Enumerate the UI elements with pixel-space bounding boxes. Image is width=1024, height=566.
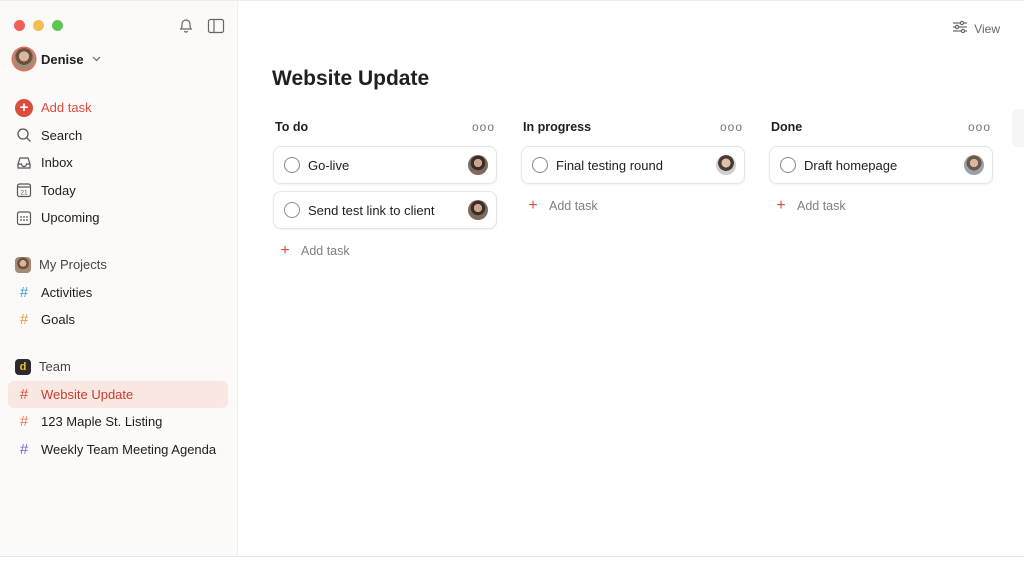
primary-nav: + Add task Search Inbox 21 Today Upcomin… (8, 94, 228, 232)
nav-label-upcoming: Upcoming (41, 210, 100, 226)
project-label: Website Update (41, 386, 134, 402)
next-column-edge (1012, 109, 1024, 147)
sidebar-item-maple-listing[interactable]: # 123 Maple St. Listing (8, 408, 228, 436)
team-header[interactable]: d Team (8, 353, 228, 381)
task-card[interactable]: Final testing round (521, 146, 745, 184)
sidebar-item-website-update[interactable]: # Website Update (8, 380, 228, 408)
add-task-label: Add task (301, 244, 350, 258)
column-header: To do ooo (273, 115, 497, 139)
add-task-button[interactable]: + Add task (521, 191, 745, 221)
column-title: Done (771, 120, 803, 134)
plus-icon: + (776, 197, 786, 214)
project-label: Goals (41, 312, 75, 328)
page-title: Website Update (272, 67, 430, 90)
today-day-number: 21 (20, 190, 28, 197)
plus-icon: + (528, 197, 538, 214)
task-checkbox[interactable] (284, 157, 300, 173)
sidebar-top-icons (177, 17, 225, 35)
nav-item-today[interactable]: 21 Today (8, 177, 228, 205)
zoom-window-button[interactable] (52, 20, 63, 31)
plus-circle-icon: + (15, 98, 33, 117)
task-card[interactable]: Go-live (273, 146, 497, 184)
minimize-window-button[interactable] (33, 20, 44, 31)
more-options-icon[interactable]: ooo (720, 120, 743, 134)
column-header: Done ooo (769, 115, 993, 139)
user-name: Denise (41, 51, 84, 67)
hash-icon: # (19, 413, 29, 431)
task-label: Send test link to client (308, 202, 435, 218)
view-label: View (974, 21, 1000, 36)
sidebar-toggle-icon[interactable] (207, 17, 225, 35)
more-options-icon[interactable]: ooo (968, 120, 991, 134)
column-title: In progress (523, 120, 592, 134)
hash-icon: # (19, 283, 29, 301)
task-card[interactable]: Draft homepage (769, 146, 993, 184)
my-projects-header[interactable]: My Projects (8, 251, 228, 279)
team-section: d Team # Website Update # 123 Maple St. … (8, 353, 228, 463)
project-label: 123 Maple St. Listing (41, 414, 163, 430)
my-projects-avatar (15, 256, 31, 273)
assignee-avatar (716, 155, 736, 175)
view-button[interactable]: View (952, 20, 1000, 37)
task-label: Go-live (308, 157, 350, 173)
add-task-label: Add task (549, 199, 598, 213)
window-controls (14, 20, 63, 31)
nav-label-add-task: Add task (41, 100, 92, 116)
chevron-down-icon (92, 54, 101, 65)
add-task-button[interactable]: + Add task (8, 94, 228, 122)
bell-icon[interactable] (177, 17, 195, 35)
nav-label-search: Search (41, 127, 83, 143)
column-title: To do (275, 120, 309, 134)
calendar-today-icon: 21 (15, 181, 33, 199)
task-card[interactable]: Send test link to client (273, 191, 497, 229)
sidebar-item-weekly-meeting[interactable]: # Weekly Team Meeting Agenda (8, 436, 228, 464)
task-checkbox[interactable] (532, 157, 548, 173)
user-menu[interactable]: Denise (13, 48, 101, 70)
task-checkbox[interactable] (780, 157, 796, 173)
add-task-label: Add task (797, 199, 846, 213)
nav-item-search[interactable]: Search (8, 122, 228, 150)
assignee-avatar (468, 155, 488, 175)
sidebar-item-activities[interactable]: # Activities (8, 279, 228, 307)
project-label: Weekly Team Meeting Agenda (41, 441, 217, 457)
assignee-avatar (964, 155, 984, 175)
more-options-icon[interactable]: ooo (472, 120, 495, 134)
task-checkbox[interactable] (284, 202, 300, 218)
team-title: Team (39, 359, 71, 375)
column-done: Done ooo Draft homepage + Add task (769, 115, 993, 266)
user-avatar (13, 48, 35, 70)
nav-label-inbox: Inbox (41, 155, 73, 171)
sidebar-item-goals[interactable]: # Goals (8, 306, 228, 334)
my-projects-title: My Projects (39, 257, 107, 273)
column-in-progress: In progress ooo Final testing round + Ad… (521, 115, 745, 266)
nav-item-upcoming[interactable]: Upcoming (8, 204, 228, 232)
plus-icon: + (280, 242, 290, 259)
app-window: Denise + Add task Search Inbox 21 Today … (0, 0, 1024, 557)
hash-icon: # (19, 440, 29, 458)
sidebar: Denise + Add task Search Inbox 21 Today … (0, 1, 238, 556)
task-label: Draft homepage (804, 157, 898, 173)
column-header: In progress ooo (521, 115, 745, 139)
close-window-button[interactable] (14, 20, 25, 31)
project-label: Activities (41, 284, 93, 300)
board: To do ooo Go-live Send test link to clie… (273, 115, 993, 266)
column-to-do: To do ooo Go-live Send test link to clie… (273, 115, 497, 266)
add-task-button[interactable]: + Add task (769, 191, 993, 221)
add-task-button[interactable]: + Add task (273, 236, 497, 266)
nav-item-inbox[interactable]: Inbox (8, 149, 228, 177)
nav-label-today: Today (41, 182, 76, 198)
team-logo: d (15, 358, 31, 375)
task-label: Final testing round (556, 157, 663, 173)
main-content: View Website Update To do ooo Go-live Se… (238, 1, 1024, 556)
calendar-grid-icon (15, 209, 33, 227)
hash-icon: # (19, 311, 29, 329)
assignee-avatar (468, 200, 488, 220)
sliders-icon (952, 20, 968, 37)
my-projects-section: My Projects # Activities # Goals (8, 251, 228, 334)
search-icon (15, 126, 33, 144)
inbox-icon (15, 154, 33, 172)
hash-icon: # (19, 385, 29, 403)
